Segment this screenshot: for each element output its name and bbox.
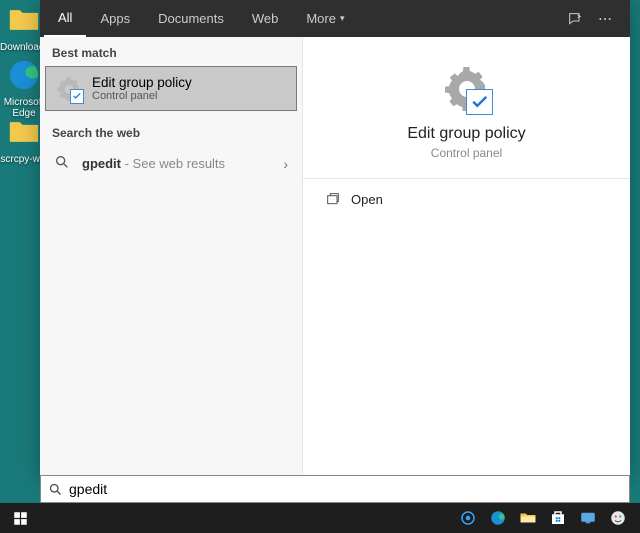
web-result-suffix: - See web results [121,156,225,171]
control-panel-icon [56,76,82,102]
tray-icon-explorer[interactable] [518,508,538,528]
search-tabs: All Apps Documents Web More▾ [40,0,630,37]
best-match-result[interactable]: Edit group policy Control panel [45,66,297,111]
tray-icon-app2[interactable] [578,508,598,528]
search-panel: All Apps Documents Web More▾ Best match … [40,0,630,475]
feedback-icon[interactable] [566,10,584,28]
search-web-label: Search the web [40,117,302,146]
chevron-down-icon: ▾ [340,13,345,24]
tab-apps[interactable]: Apps [86,0,144,37]
search-icon [41,482,69,497]
search-icon [54,154,70,173]
tab-documents[interactable]: Documents [144,0,238,37]
detail-subtitle: Control panel [431,146,502,160]
chevron-right-icon: › [283,156,288,172]
tab-more[interactable]: More▾ [292,0,358,37]
start-button[interactable] [0,503,40,533]
more-options-icon[interactable] [596,10,614,28]
system-tray [458,508,640,528]
web-result-term: gpedit [82,156,121,171]
search-input[interactable] [69,481,629,497]
taskbar [0,503,640,533]
results-left-column: Best match Edit group policy Control pan… [40,37,303,475]
result-detail-column: Edit group policy Control panel Open [303,37,630,475]
tray-icon-edge[interactable] [488,508,508,528]
best-match-label: Best match [40,37,302,66]
tab-web[interactable]: Web [238,0,293,37]
control-panel-icon [443,65,491,113]
open-icon [325,191,341,207]
tray-icon-store[interactable] [548,508,568,528]
detail-title: Edit group policy [407,125,525,143]
tray-icon-app1[interactable] [458,508,478,528]
open-action-label: Open [351,192,383,207]
search-box[interactable] [40,475,630,503]
web-result[interactable]: gpedit - See web results › [40,146,302,181]
best-match-title: Edit group policy [92,75,192,90]
best-match-subtitle: Control panel [92,90,192,102]
tray-icon-app3[interactable] [608,508,628,528]
open-action[interactable]: Open [303,179,630,219]
tab-all[interactable]: All [44,0,86,37]
